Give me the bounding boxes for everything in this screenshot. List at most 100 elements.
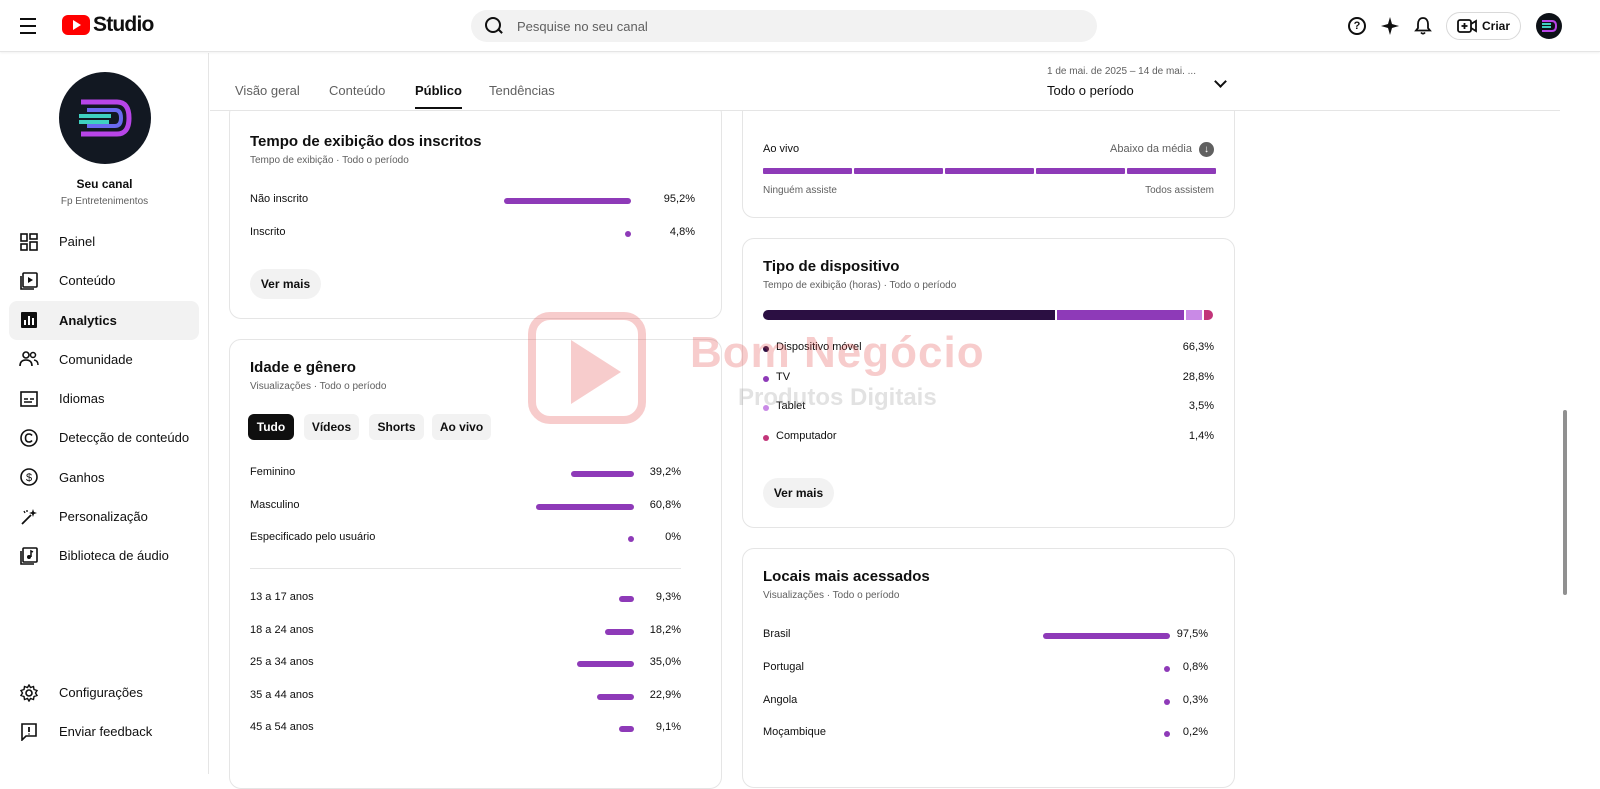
list-item: Feminino 39,2% <box>250 466 681 478</box>
search-input[interactable] <box>517 18 1077 34</box>
percentage-bar <box>1043 633 1170 639</box>
dashboard-icon <box>19 232 39 252</box>
device-stacked-bar <box>763 310 1216 320</box>
list-item: Inscrito 4,8% <box>250 226 695 238</box>
sidebar-item-conteudo[interactable]: Conteúdo <box>9 261 199 300</box>
sidebar-item-label: Ganhos <box>59 469 105 485</box>
live-label: Ao vivo <box>763 143 800 155</box>
percentage-bar <box>619 726 634 732</box>
period-selector[interactable]: 1 de mai. de 2025 – 14 de mai. ... Todo … <box>1047 66 1196 98</box>
sidebar-item-configuracoes[interactable]: Configurações <box>9 673 199 712</box>
top-bar: Studio ? Criar <box>0 0 1600 52</box>
legend-dot <box>763 435 769 441</box>
channel-name: Seu canal <box>76 177 133 191</box>
sidebar-item-biblioteca-audio[interactable]: Biblioteca de áudio <box>9 536 199 575</box>
sidebar-item-ganhos[interactable]: $ Ganhos <box>9 458 199 497</box>
age-gender-card: Idade e gênero Visualizações · Todo o pe… <box>229 339 722 789</box>
see-more-button[interactable]: Ver mais <box>250 269 321 299</box>
list-item: TV 28,8% <box>763 371 1214 387</box>
audio-library-icon <box>19 546 39 566</box>
create-button[interactable]: Criar <box>1445 12 1521 40</box>
copyright-icon <box>19 428 39 448</box>
legend-dot <box>763 376 769 382</box>
percentage-bar <box>577 661 634 667</box>
top-locations-card: Locais mais acessados Visualizações · To… <box>742 548 1235 788</box>
percentage-dot <box>1164 666 1170 672</box>
chip-videos[interactable]: Vídeos <box>304 414 359 440</box>
card-subtitle: Tempo de exibição (horas) · Todo o perío… <box>763 280 957 291</box>
percentage-bar <box>536 504 634 510</box>
list-item: Dispositivo móvel 66,3% <box>763 341 1214 357</box>
chip-shorts[interactable]: Shorts <box>369 414 424 440</box>
sidebar: Seu canal Fp Entretenimentos Painel Cont… <box>0 53 209 774</box>
sidebar-item-feedback[interactable]: Enviar feedback <box>9 712 199 751</box>
subtitles-icon <box>19 389 39 409</box>
list-item: Especificado pelo usuário 0% <box>250 531 681 543</box>
search-bar[interactable] <box>471 10 1097 42</box>
sidebar-item-label: Biblioteca de áudio <box>59 548 169 564</box>
tab-visao-geral[interactable]: Visão geral <box>235 83 300 98</box>
tab-tendencias[interactable]: Tendências <box>489 83 555 98</box>
tab-conteudo[interactable]: Conteúdo <box>329 83 385 98</box>
youtube-logo-icon <box>62 15 90 35</box>
content-icon <box>19 271 39 291</box>
percentage-dot <box>1164 731 1170 737</box>
account-avatar[interactable] <box>1536 13 1562 39</box>
magic-wand-icon <box>19 507 39 527</box>
analytics-tabs: Visão geral Conteúdo Público Tendências … <box>210 53 1560 111</box>
list-item: Masculino 60,8% <box>250 499 681 511</box>
help-icon[interactable]: ? <box>1346 15 1368 37</box>
chip-ao-vivo[interactable]: Ao vivo <box>432 414 491 440</box>
divider <box>250 568 681 569</box>
sidebar-item-analytics[interactable]: Analytics <box>9 300 199 340</box>
logo-text: Studio <box>93 13 154 36</box>
card-subtitle: Tempo de exibição · Todo o período <box>250 155 409 166</box>
list-item: 18 a 24 anos 18,2% <box>250 624 681 636</box>
segment-tablet <box>1186 310 1202 320</box>
percentage-bar <box>597 694 634 700</box>
channel-handle: Fp Entretenimentos <box>60 196 149 207</box>
tab-publico[interactable]: Público <box>415 83 462 109</box>
search-icon[interactable] <box>485 17 503 35</box>
legend-dot <box>763 405 769 411</box>
sidebar-item-deteccao[interactable]: Detecção de conteúdo <box>9 418 199 457</box>
sidebar-item-label: Configurações <box>59 685 143 700</box>
card-subtitle: Visualizações · Todo o período <box>763 590 900 601</box>
sidebar-item-personalizacao[interactable]: Personalização <box>9 497 199 536</box>
list-item: Moçambique 0,2% <box>763 726 1208 738</box>
sidebar-item-label: Idiomas <box>59 391 105 407</box>
period-range: 1 de mai. de 2025 – 14 de mai. ... <box>1047 66 1196 77</box>
svg-text:$: $ <box>26 472 32 484</box>
list-item: 35 a 44 anos 22,9% <box>250 689 681 701</box>
channel-avatar[interactable] <box>59 72 151 164</box>
list-item: 25 a 34 anos 35,0% <box>250 656 681 668</box>
sidebar-item-label: Painel <box>59 234 96 249</box>
sidebar-item-painel[interactable]: Painel <box>9 222 199 261</box>
list-item: Portugal 0,8% <box>763 661 1208 673</box>
studio-logo[interactable]: Studio <box>62 13 154 37</box>
video-add-icon <box>1457 19 1477 33</box>
sidebar-item-comunidade[interactable]: Comunidade <box>9 340 199 379</box>
card-title: Idade e gênero <box>250 359 356 376</box>
sidebar-item-label: Detecção de conteúdo <box>59 430 190 446</box>
sidebar-item-idiomas[interactable]: Idiomas <box>9 379 199 418</box>
list-item: Não inscrito 95,2% <box>250 193 695 205</box>
menu-icon[interactable] <box>20 15 42 37</box>
analytics-icon <box>19 310 39 330</box>
sidebar-item-label: Personalização <box>59 509 148 525</box>
scrollbar-thumb[interactable] <box>1563 410 1567 595</box>
chip-tudo[interactable]: Tudo <box>248 414 294 440</box>
segment-mobile <box>763 310 1055 320</box>
chevron-down-icon[interactable] <box>1214 75 1227 88</box>
sidebar-item-label: Enviar feedback <box>59 724 153 740</box>
percentage-bar <box>571 471 634 477</box>
list-item: 13 a 17 anos 9,3% <box>250 591 681 603</box>
see-more-button[interactable]: Ver mais <box>763 478 834 508</box>
notifications-bell-icon[interactable] <box>1412 15 1434 37</box>
period-label: Todo o período <box>1047 83 1134 98</box>
feedback-icon <box>19 722 39 742</box>
sidebar-item-label: Comunidade <box>59 351 133 367</box>
sparkle-icon[interactable] <box>1379 15 1401 37</box>
list-item: Tablet 3,5% <box>763 400 1214 416</box>
sidebar-item-label: Conteúdo <box>59 273 116 289</box>
